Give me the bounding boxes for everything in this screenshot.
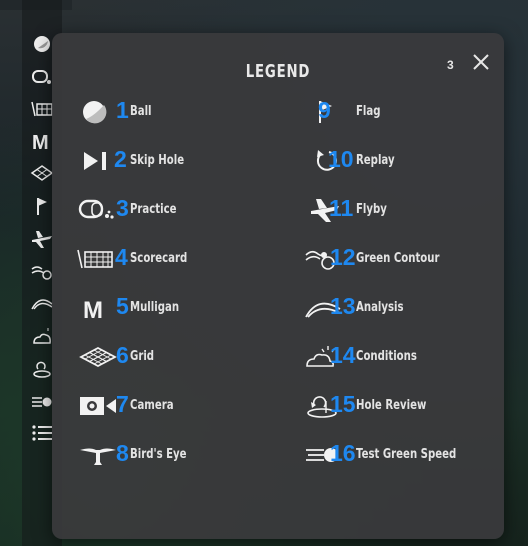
grid-icon[interactable] — [30, 162, 54, 184]
legend-label: Conditions — [356, 349, 417, 364]
legend-dialog: LEGEND 3 1 Ball 2 Skip Hole 3 Practice 4… — [52, 33, 504, 539]
flag-icon[interactable] — [30, 195, 54, 217]
legend-number: 4 — [115, 244, 128, 270]
legend-number: 1 — [116, 97, 129, 123]
legend-label: Green Contour — [356, 251, 440, 266]
legend-label: Camera — [130, 398, 174, 413]
flyby-icon[interactable] — [30, 228, 54, 250]
legend-label: Bird's Eye — [130, 447, 187, 462]
hole-review-icon[interactable] — [30, 357, 54, 379]
legend-label: Scorecard — [130, 251, 188, 266]
svg-text:M: M — [83, 297, 103, 321]
practice-icon[interactable] — [30, 66, 54, 88]
legend-number: 10 — [328, 146, 354, 172]
legend-label: Flag — [356, 104, 381, 119]
legend-number: 9 — [318, 97, 331, 123]
legend-label: Test Green Speed — [356, 447, 457, 462]
legend-label: Flyby — [356, 202, 387, 217]
ball-icon[interactable] — [30, 33, 54, 55]
legend-label: Analysis — [356, 300, 404, 315]
scorecard-icon[interactable] — [30, 98, 54, 120]
legend-label: Skip Hole — [130, 153, 185, 168]
legend-number: 13 — [330, 293, 356, 319]
test-green-speed-icon[interactable] — [30, 390, 54, 412]
legend-label: Hole Review — [356, 398, 427, 413]
legend-number: 2 — [114, 146, 127, 172]
legend-number: 15 — [330, 391, 356, 417]
corner-number: 3 — [447, 58, 454, 72]
birds-eye-icon — [78, 442, 118, 468]
practice-icon — [78, 197, 118, 223]
legend-number: 11 — [329, 195, 354, 221]
legend-number: 5 — [116, 293, 129, 319]
legend-label: Mulligan — [130, 300, 180, 315]
grid-icon — [78, 344, 118, 370]
conditions-icon[interactable] — [30, 325, 54, 347]
list-icon[interactable] — [30, 422, 54, 444]
mulligan-icon[interactable]: M — [30, 130, 54, 152]
legend-number: 7 — [116, 391, 129, 417]
close-icon[interactable] — [470, 51, 492, 73]
dialog-title: LEGEND — [245, 61, 311, 82]
ball-icon — [80, 99, 120, 125]
legend-number: 8 — [116, 440, 129, 466]
legend-label: Replay — [356, 153, 395, 168]
legend-label: Grid — [130, 349, 155, 364]
legend-number: 3 — [116, 195, 129, 221]
legend-label: Ball — [130, 104, 152, 119]
analysis-icon[interactable] — [30, 292, 54, 314]
legend-number: 16 — [330, 440, 356, 466]
svg-text:M: M — [32, 132, 49, 152]
legend-label: Practice — [130, 202, 177, 217]
legend-number: 12 — [330, 244, 356, 270]
legend-number: 14 — [330, 342, 356, 368]
green-contour-icon[interactable] — [30, 260, 54, 282]
camera-icon — [78, 393, 118, 419]
scorecard-icon — [76, 246, 116, 272]
legend-number: 6 — [116, 342, 129, 368]
